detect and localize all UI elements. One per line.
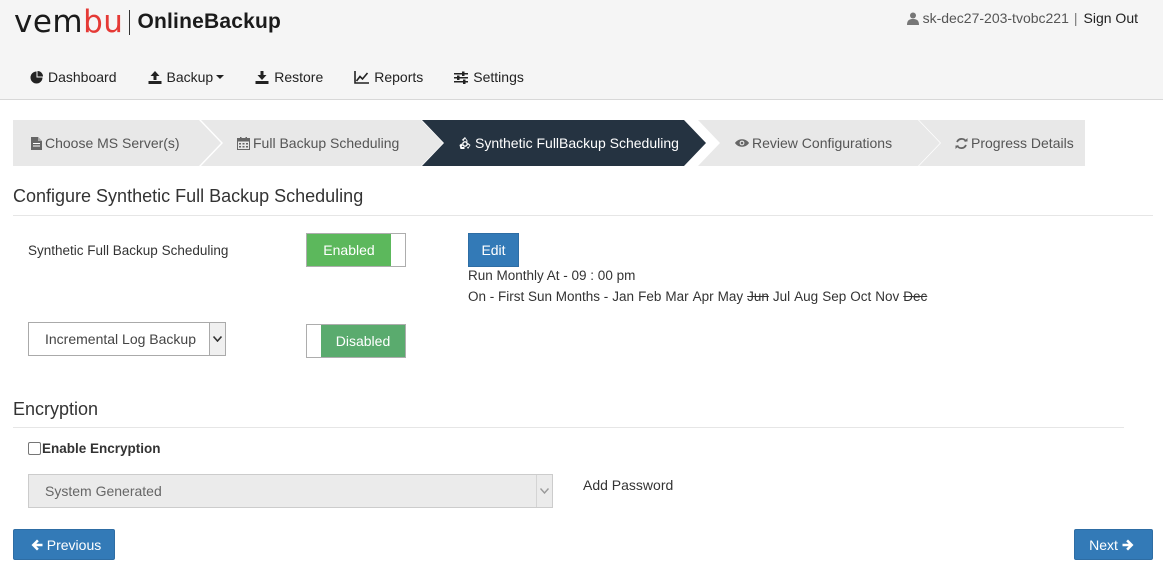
next-button[interactable]: Next (1074, 529, 1153, 560)
enable-encryption-checkbox[interactable] (28, 442, 41, 455)
nav-reports[interactable]: Reports (354, 69, 423, 85)
nav-restore[interactable]: Restore (255, 69, 323, 85)
wizard-step-label: Synthetic FullBackup Scheduling (475, 135, 679, 151)
nav-settings-label: Settings (473, 69, 524, 85)
schedule-months-text: On - First Sun Months - Jan Feb Mar Apr May Ju… (468, 289, 931, 304)
user-icon (906, 12, 919, 25)
month-oct: Oct (850, 289, 872, 304)
enable-encryption-row[interactable]: Enable Encryption (28, 441, 161, 456)
wizard-step-progress[interactable]: Progress Details (919, 120, 1085, 166)
enable-encryption-label: Enable Encryption (42, 441, 161, 456)
wizard-step-label: Review Configurations (752, 135, 893, 151)
wizard-step-synthetic[interactable]: Synthetic FullBackup Scheduling (422, 120, 706, 166)
chevron-down-icon (216, 75, 225, 79)
chevron-down-icon (209, 323, 225, 355)
refresh-icon (955, 137, 968, 149)
nav-backup[interactable]: Backup (148, 69, 225, 85)
month-may: May (717, 289, 744, 304)
sliders-icon (454, 71, 469, 84)
section-divider (13, 215, 1153, 216)
wizard-step-full-backup[interactable]: Full Backup Scheduling (201, 120, 443, 166)
next-label: Next (1089, 536, 1118, 553)
recycle-icon (459, 137, 471, 149)
wizard-step-label: Progress Details (971, 135, 1074, 151)
month-nov: Nov (875, 289, 900, 304)
wizard-steps: Choose MS Server(s) Full Backup Scheduli… (13, 120, 1085, 166)
arrow-left-icon (31, 539, 43, 550)
vembu-logo: vembu (14, 4, 124, 40)
calendar-icon (237, 136, 250, 150)
encryption-type-select[interactable]: System Generated (28, 474, 553, 508)
app-header: vembu OnlineBackup sk-dec27-203-tvobc221… (0, 0, 1163, 100)
wizard-step-choose-server[interactable]: Choose MS Server(s) (13, 120, 221, 166)
nav-backup-label: Backup (166, 69, 214, 85)
arrow-right-icon (1122, 539, 1134, 550)
month-jan: Jan (612, 289, 635, 304)
toggle-on-label: Enabled (307, 234, 391, 266)
upload-icon (148, 70, 161, 84)
toggle-knob (391, 234, 405, 266)
eye-icon (735, 139, 749, 147)
previous-button[interactable]: Previous (13, 529, 115, 560)
user-name: sk-dec27-203-tvobc221 (922, 10, 1069, 26)
nav-dashboard-label: Dashboard (48, 69, 117, 85)
wizard-step-label: Full Backup Scheduling (253, 135, 400, 151)
chevron-down-icon (536, 475, 552, 507)
brand-separator (129, 9, 131, 35)
nav-dashboard[interactable]: Dashboard (30, 69, 117, 85)
month-mar: Mar (665, 289, 689, 304)
month-apr: Apr (692, 289, 714, 304)
nav-restore-label: Restore (274, 69, 324, 85)
month-dec: Dec (903, 289, 928, 304)
download-icon (255, 70, 269, 84)
dashboard-icon (30, 70, 43, 83)
wizard-step-review[interactable]: Review Configurations (698, 120, 940, 166)
encryption-section-title: Encryption (13, 399, 99, 419)
month-feb: Feb (638, 289, 662, 304)
backup-type-value: Incremental Log Backup (45, 331, 196, 347)
line-chart-icon (354, 70, 370, 84)
section-divider (13, 427, 1124, 428)
synthetic-section-title: Configure Synthetic Full Backup Scheduli… (13, 186, 364, 206)
month-jul: Jul (772, 289, 791, 304)
incremental-toggle[interactable]: Disabled (306, 324, 406, 358)
file-icon (31, 136, 42, 150)
schedule-on-prefix: On - First Sun Months - (468, 289, 609, 304)
toggle-off-label: Disabled (321, 325, 405, 357)
nav-reports-label: Reports (374, 69, 424, 85)
sign-out-link[interactable]: Sign Out (1084, 10, 1138, 26)
brand[interactable]: vembu OnlineBackup (14, 4, 281, 40)
schedule-run-text: Run Monthly At - 09 : 00 pm (468, 268, 636, 283)
wizard-step-label: Choose MS Server(s) (45, 135, 180, 151)
month-jun: Jun (747, 289, 769, 304)
nav-settings[interactable]: Settings (454, 69, 524, 85)
add-password-label: Add Password (583, 477, 674, 493)
encryption-type-value: System Generated (45, 483, 162, 499)
backup-type-select[interactable]: Incremental Log Backup (28, 322, 226, 356)
product-name: OnlineBackup (137, 10, 282, 33)
edit-schedule-button[interactable]: Edit (468, 233, 519, 267)
previous-label: Previous (46, 536, 102, 553)
main-nav: Dashboard Backup Restore Reports Setting… (30, 66, 555, 88)
month-sep: Sep (822, 289, 847, 304)
toggle-knob (307, 325, 321, 357)
user-area: sk-dec27-203-tvobc221 | Sign Out (906, 10, 1138, 26)
month-aug: Aug (794, 289, 819, 304)
header-separator: | (1073, 10, 1078, 26)
synthetic-toggle[interactable]: Enabled (306, 233, 406, 267)
synthetic-label: Synthetic Full Backup Scheduling (28, 243, 229, 258)
